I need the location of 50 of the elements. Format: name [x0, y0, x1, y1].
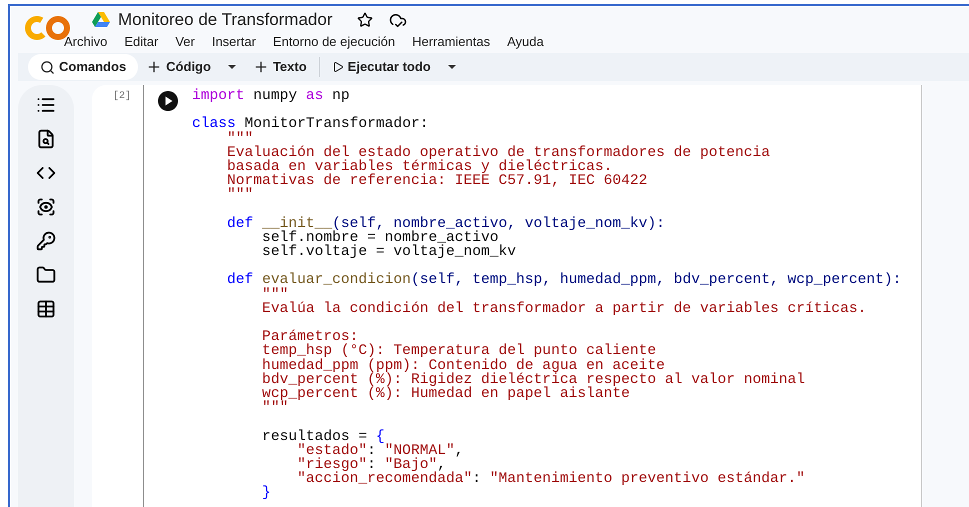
- key-icon[interactable]: [36, 231, 56, 251]
- code-line: "estado": "NORMAL",: [296, 444, 464, 458]
- drive-icon: [92, 12, 110, 28]
- file-search-icon[interactable]: [36, 129, 56, 149]
- play-icon: [332, 61, 344, 73]
- menu-item[interactable]: Ver: [175, 32, 195, 51]
- search-icon: [40, 60, 55, 74]
- code-line: temp_hsp (°C): Temperatura del punto caliente: [261, 344, 656, 359]
- code-line: Normativas de referencia: IEEE C57.91, IEC 60422: [226, 174, 648, 188]
- code-line: import numpy as np: [192, 89, 350, 104]
- menu-item[interactable]: Ayuda: [507, 32, 544, 51]
- code-line: class MonitorTransformador:: [192, 117, 428, 132]
- table-icon[interactable]: [36, 299, 56, 319]
- code-line: "riesgo": "Bajo",: [296, 458, 446, 472]
- execution-counter: [2]: [112, 90, 131, 104]
- star-icon[interactable]: [356, 12, 372, 28]
- caret-icon: [446, 64, 457, 70]
- menu-item[interactable]: Editar: [124, 32, 158, 51]
- run-cell-icon[interactable]: [158, 91, 178, 111]
- code-line: }: [261, 486, 271, 500]
- folder-icon[interactable]: [36, 265, 56, 285]
- code-line: bdv_percent (%): Rigidez dieléctrica respecto al valor nominal: [261, 372, 806, 387]
- code-line: basada en variables térmicas y dieléctricas.: [226, 160, 612, 174]
- code-line: resultados = {: [261, 430, 385, 444]
- code-line: """: [261, 401, 288, 416]
- code-line: Parámetros:: [261, 330, 358, 344]
- code-line: "accion_recomendada": "Mantenimiento preventivo estándar.": [296, 472, 806, 486]
- code-line: """: [261, 288, 288, 302]
- code-line: wcp_percent (%): Humedad en papel aislante: [261, 386, 630, 402]
- code-line: Evaluación del estado operativo de transformadores de potencia: [226, 146, 770, 160]
- code-line: """: [226, 188, 254, 202]
- code-line: self.nombre = nombre_activo: [261, 230, 499, 246]
- code-line: def evaluar_condicion(self, temp_hsp, humedad_ppm, bdv_percent, wcp_percent):: [226, 273, 902, 288]
- add-button[interactable]: Texto: [244, 54, 315, 80]
- commands-button[interactable]: Comandos: [28, 54, 138, 80]
- caret-icon: [226, 64, 237, 70]
- menu-item[interactable]: Insertar: [212, 32, 256, 51]
- scan-eye-icon[interactable]: [36, 197, 56, 217]
- code-line: self.voltaje = voltaje_nom_kv: [261, 245, 516, 260]
- menu-item[interactable]: Herramientas: [412, 32, 490, 51]
- code-line: def __init__(self, nombre_activo, voltaje_nom_kv):: [226, 216, 665, 231]
- plus-icon: [252, 59, 269, 75]
- add-button[interactable]: Código: [138, 54, 219, 80]
- notebook-title[interactable]: Monitoreo de Transformador: [118, 7, 332, 32]
- menu-item[interactable]: Archivo: [64, 32, 108, 51]
- code-line: """: [226, 132, 254, 146]
- code-line: humedad_ppm (ppm): Contenido de agua en aceite: [261, 358, 665, 373]
- menu-item[interactable]: Entorno de ejecución: [272, 32, 396, 51]
- code-line: Evalúa la condición del transformador a partir de variables críticas.: [261, 302, 866, 316]
- run-all-button[interactable]: Ejecutar todo: [324, 54, 439, 80]
